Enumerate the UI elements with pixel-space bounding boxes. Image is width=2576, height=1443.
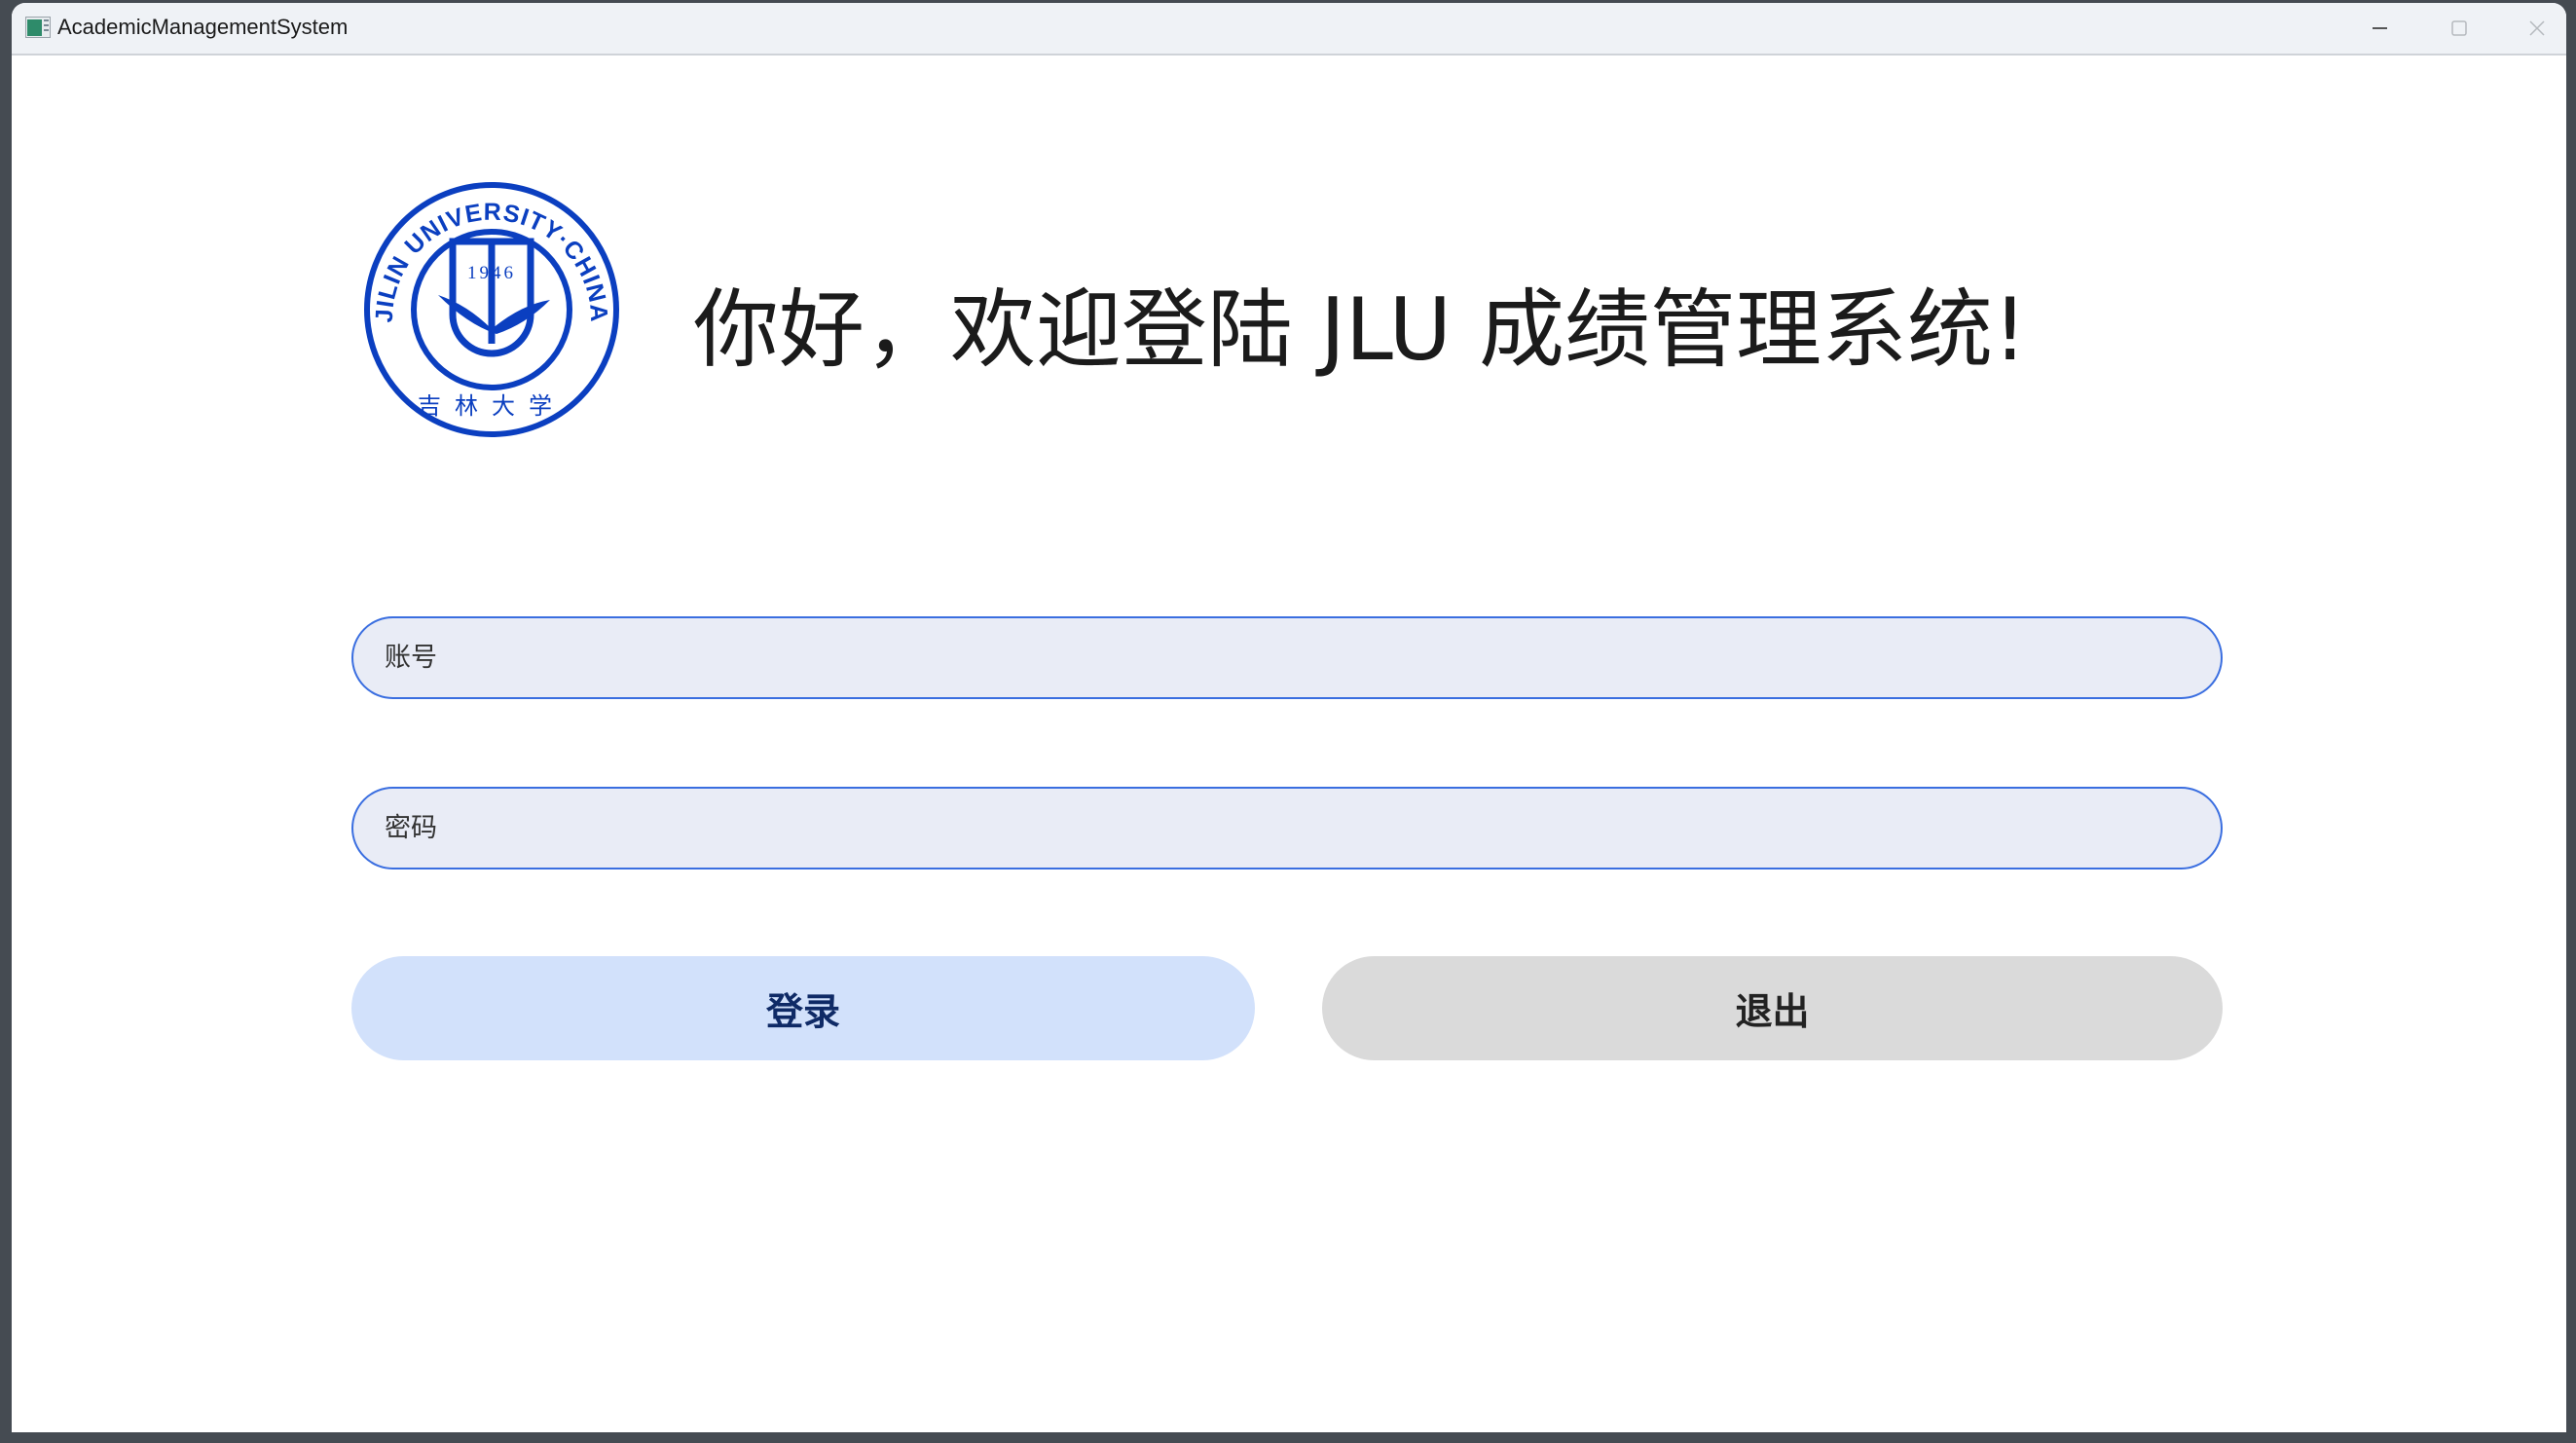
title-bar[interactable]: AcademicManagementSystem: [12, 3, 2566, 56]
window-title: AcademicManagementSystem: [57, 15, 349, 39]
app-window: AcademicManagementSystem JILIN UNIVERSIT…: [12, 3, 2566, 1432]
minimize-icon: [2373, 27, 2387, 29]
close-button[interactable]: [2508, 9, 2566, 48]
account-input[interactable]: [351, 616, 2223, 699]
minimize-button[interactable]: [2351, 9, 2410, 48]
exit-button[interactable]: 退出: [1322, 956, 2223, 1060]
svg-text:吉林大学: 吉林大学: [418, 392, 566, 420]
close-icon: [2529, 20, 2545, 36]
welcome-heading: 你好，欢迎登陆 JLU 成绩管理系统!: [693, 279, 2028, 380]
login-button[interactable]: 登录: [351, 956, 1255, 1060]
maximize-button[interactable]: [2430, 9, 2488, 48]
university-seal-logo: JILIN UNIVERSITY·CHINA 1946 吉林大学: [364, 182, 619, 437]
svg-text:1946: 1946: [467, 263, 516, 283]
maximize-icon: [2451, 20, 2467, 36]
password-input[interactable]: [351, 787, 2223, 870]
app-window-icon: [25, 17, 51, 38]
